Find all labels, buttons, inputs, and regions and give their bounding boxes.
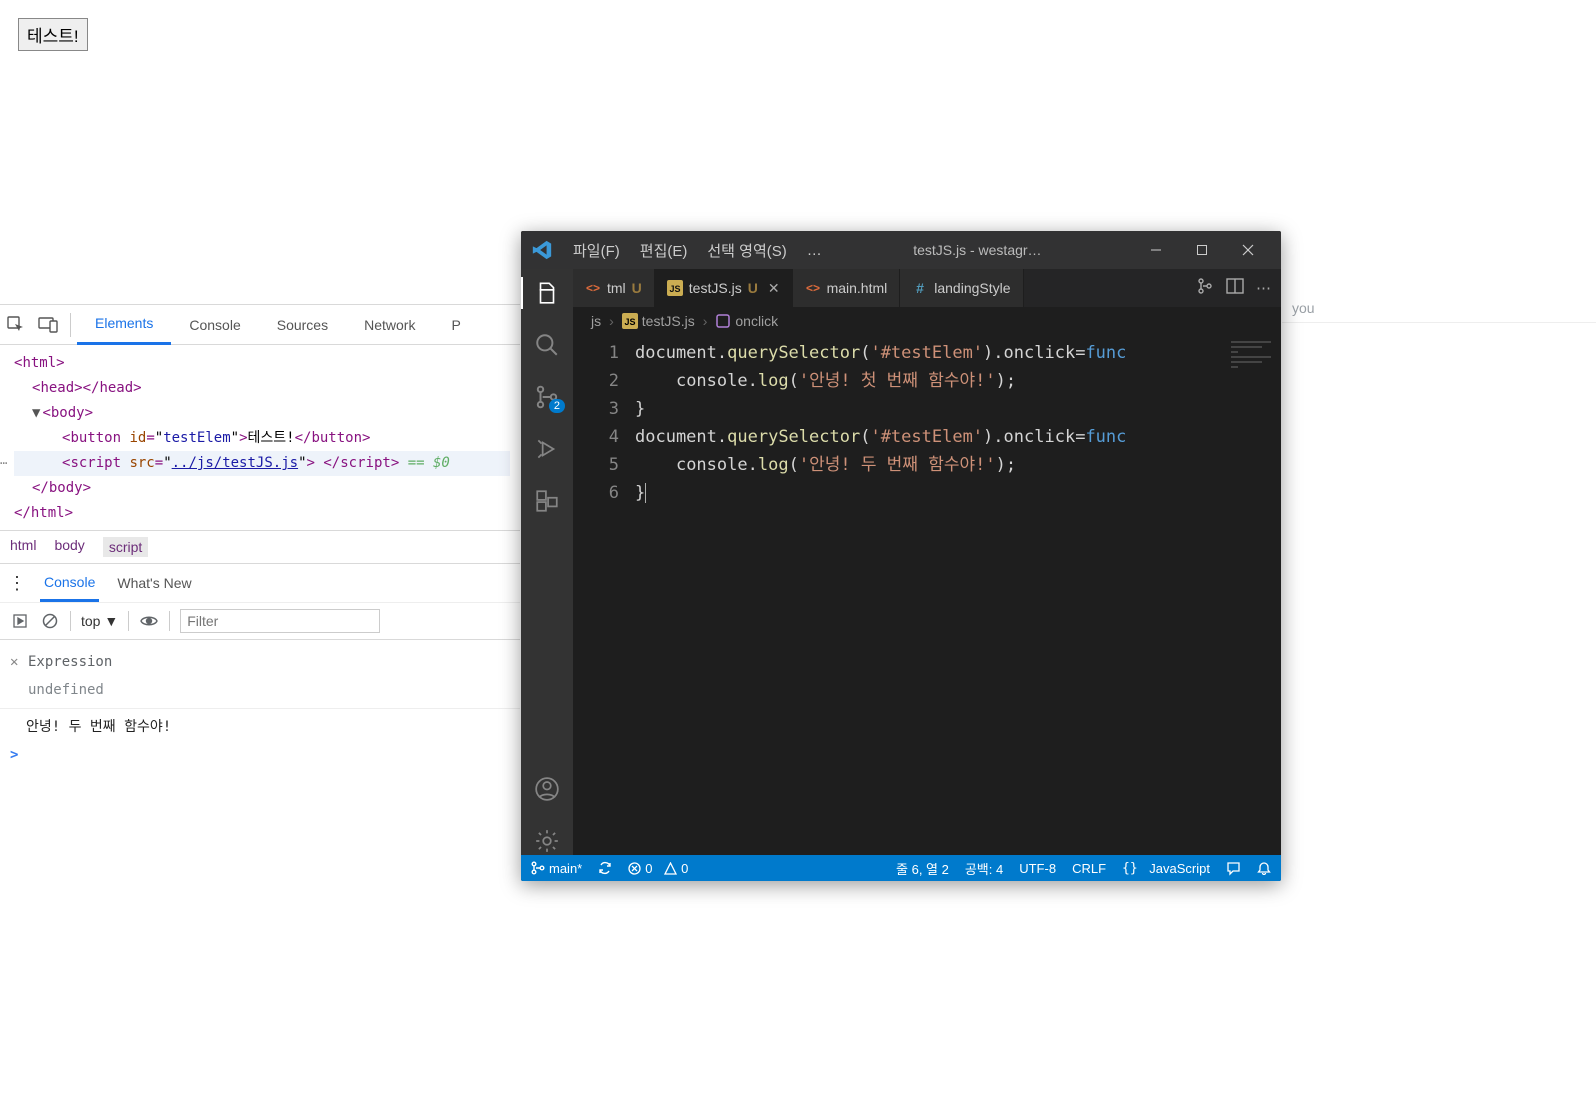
status-branch[interactable]: main*: [531, 861, 582, 876]
window-title: testJS.js - westagr…: [842, 242, 1113, 258]
source-control-icon[interactable]: 2: [533, 383, 561, 411]
split-editor-icon[interactable]: [1226, 277, 1244, 299]
vscode-window: 파일(F) 편집(E) 선택 영역(S) … testJS.js - westa…: [521, 231, 1281, 881]
bc-file[interactable]: JStestJS.js: [622, 313, 695, 329]
breadcrumb-body[interactable]: body: [54, 537, 84, 557]
test-button[interactable]: 테스트!: [18, 18, 88, 51]
background-hint: you: [1282, 293, 1596, 323]
statusbar: main* 0 0 줄 6, 열 2 공백: 4 UTF-8 CRLF {} J…: [521, 855, 1281, 881]
editor-breadcrumb[interactable]: js › JStestJS.js › onclick: [573, 307, 1281, 335]
editor-area: <>tmlUJStestJS.jsU✕<>main.html#landingSt…: [573, 269, 1281, 855]
close-icon[interactable]: [1225, 231, 1271, 269]
console-log-line: 안녕! 두 번째 함수야!: [10, 713, 171, 741]
scm-badge: 2: [549, 399, 565, 413]
play-icon[interactable]: [10, 611, 30, 631]
menu-selection[interactable]: 선택 영역(S): [707, 240, 786, 261]
menu-file[interactable]: 파일(F): [573, 240, 620, 261]
tab-more[interactable]: P: [433, 305, 478, 345]
status-spaces[interactable]: 공백: 4: [965, 859, 1003, 878]
debug-icon[interactable]: [533, 435, 561, 463]
expression-label: Expression: [28, 648, 112, 676]
tab-network[interactable]: Network: [346, 305, 433, 345]
compare-changes-icon[interactable]: [1196, 277, 1214, 299]
elements-breadcrumbs: html body script: [0, 530, 520, 563]
status-language[interactable]: {} JavaScript: [1122, 861, 1210, 876]
breadcrumb-script[interactable]: script: [103, 537, 148, 557]
vscode-logo-icon: [531, 239, 553, 261]
breadcrumb-html[interactable]: html: [10, 537, 36, 557]
menu-overflow[interactable]: …: [807, 242, 822, 259]
svg-text:JS: JS: [669, 284, 680, 294]
code-editor[interactable]: 123456 document.querySelector('#testElem…: [573, 335, 1281, 855]
svg-text:JS: JS: [624, 317, 635, 327]
drawer-tab-whatsnew[interactable]: What's New: [113, 564, 195, 602]
titlebar[interactable]: 파일(F) 편집(E) 선택 영역(S) … testJS.js - westa…: [521, 231, 1281, 269]
clear-console-icon[interactable]: [40, 611, 60, 631]
bc-symbol[interactable]: onclick: [715, 313, 778, 329]
device-toggle-icon[interactable]: [32, 309, 64, 341]
svg-text:<>: <>: [586, 281, 600, 295]
status-feedback-icon[interactable]: [1226, 861, 1241, 876]
maximize-icon[interactable]: [1179, 231, 1225, 269]
drawer-tab-console[interactable]: Console: [40, 564, 99, 602]
context-selector[interactable]: top ▼: [81, 613, 118, 629]
status-sync-icon[interactable]: [598, 861, 612, 875]
console-filter-input[interactable]: [180, 609, 380, 633]
more-actions-icon[interactable]: ⋯: [1256, 279, 1271, 297]
account-icon[interactable]: [533, 775, 561, 803]
editor-tab[interactable]: #landingStyle: [900, 269, 1023, 307]
status-eol[interactable]: CRLF: [1072, 861, 1106, 876]
tab-sources[interactable]: Sources: [259, 305, 346, 345]
console-toolbar: top ▼: [0, 602, 520, 640]
status-encoding[interactable]: UTF-8: [1019, 861, 1056, 876]
minimize-icon[interactable]: [1133, 231, 1179, 269]
svg-text:#: #: [916, 280, 924, 296]
activity-bar: 2: [521, 269, 573, 855]
eye-icon[interactable]: [139, 611, 159, 631]
console-drawer: ⋮ Console What's New top ▼ ✕Expression u…: [0, 563, 520, 777]
editor-tab[interactable]: <>tmlU: [573, 269, 655, 307]
console-prompt[interactable]: >: [0, 741, 520, 769]
explorer-icon[interactable]: [533, 279, 561, 307]
extensions-icon[interactable]: [533, 487, 561, 515]
tab-elements[interactable]: Elements: [77, 305, 171, 345]
devtools-tabs: Elements Console Sources Network P: [0, 305, 520, 345]
status-bell-icon[interactable]: [1257, 861, 1271, 875]
settings-gear-icon[interactable]: [533, 827, 561, 855]
editor-tab[interactable]: JStestJS.jsU✕: [655, 269, 793, 307]
close-expression-icon[interactable]: ✕: [10, 648, 28, 676]
devtools-panel: Elements Console Sources Network P <html…: [0, 304, 520, 884]
undefined-value: undefined: [0, 676, 520, 704]
minimap[interactable]: [1225, 335, 1281, 855]
status-problems[interactable]: 0 0: [628, 861, 688, 876]
menu-edit[interactable]: 편집(E): [640, 240, 688, 261]
elements-tree[interactable]: <html> <head></head> ▼<body> <button id=…: [0, 345, 520, 530]
drawer-menu-icon[interactable]: ⋮: [8, 573, 26, 594]
svg-text:<>: <>: [806, 281, 820, 295]
editor-tabs: <>tmlUJStestJS.jsU✕<>main.html#landingSt…: [573, 269, 1281, 307]
editor-tab[interactable]: <>main.html: [793, 269, 901, 307]
inspect-element-icon[interactable]: [0, 309, 32, 341]
console-output: ✕Expression undefined 안녕! 두 번째 함수야! >: [0, 640, 520, 777]
status-position[interactable]: 줄 6, 열 2: [896, 859, 949, 878]
bc-folder[interactable]: js: [591, 313, 601, 329]
tab-console[interactable]: Console: [171, 305, 258, 345]
search-icon[interactable]: [533, 331, 561, 359]
close-tab-icon[interactable]: ✕: [768, 280, 780, 297]
